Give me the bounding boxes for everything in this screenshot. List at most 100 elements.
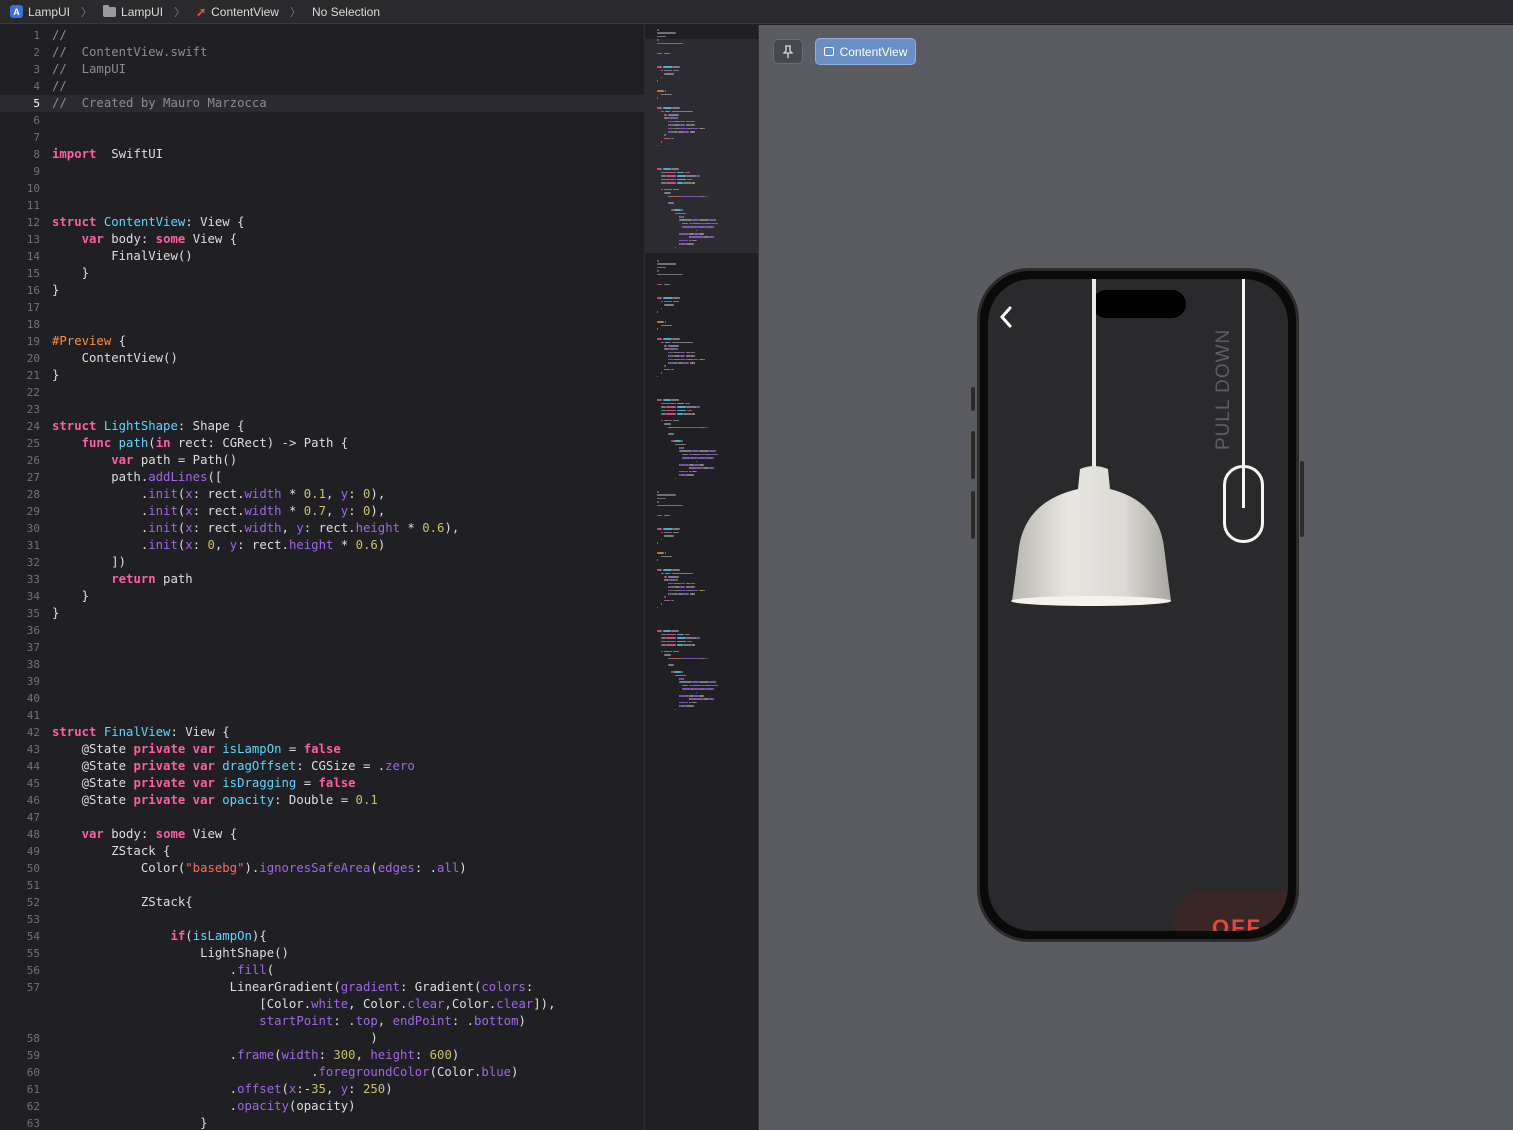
- code-token: width: [244, 487, 282, 501]
- pin-button[interactable]: [773, 39, 803, 64]
- code-token: ),: [370, 504, 386, 518]
- code-line[interactable]: 6: [0, 112, 644, 129]
- code-token: ,: [325, 487, 341, 501]
- code-line[interactable]: 50 Color("basebg").ignoresSafeArea(edges…: [0, 860, 644, 877]
- minimap-line: [657, 97, 658, 99]
- code-line[interactable]: 14 FinalView(): [0, 248, 644, 265]
- code-text: ZStack{: [52, 894, 193, 911]
- code-line[interactable]: 4 //: [0, 78, 644, 95]
- code-line[interactable]: 5 // Created by Mauro Marzocca: [0, 95, 644, 112]
- code-line[interactable]: 29 .init(x: rect.width * 0.7, y: 0),: [0, 503, 644, 520]
- code-line[interactable]: 33 return path: [0, 571, 644, 588]
- line-number: 30: [26, 522, 40, 535]
- code-line[interactable]: 56 .fill(: [0, 962, 644, 979]
- preview-contentview-button[interactable]: ContentView: [815, 38, 916, 65]
- code-line[interactable]: 45 @State private var isDragging = false: [0, 775, 644, 792]
- code-line[interactable]: 25 func path(in rect: CGRect) -> Path {: [0, 435, 644, 452]
- code-line[interactable]: 12 struct ContentView: View {: [0, 214, 644, 231]
- code-line[interactable]: 17: [0, 299, 644, 316]
- code-line[interactable]: 8 import SwiftUI: [0, 146, 644, 163]
- code-line[interactable]: 63 }: [0, 1115, 644, 1130]
- code-line[interactable]: 31 .init(x: 0, y: rect.height * 0.6): [0, 537, 644, 554]
- minimap-line: [660, 572, 665, 575]
- code-line[interactable]: 36: [0, 622, 644, 639]
- code-token: path = Path(): [133, 453, 238, 467]
- code-line[interactable]: 7: [0, 129, 644, 146]
- minimap-line: [702, 233, 704, 235]
- code-line[interactable]: 30 .init(x: rect.width, y: rect.height *…: [0, 520, 644, 537]
- code-line[interactable]: 28 .init(x: rect.width * 0.1, y: 0),: [0, 486, 644, 503]
- code-line[interactable]: 21}: [0, 367, 644, 384]
- minimap[interactable]: [644, 25, 758, 1130]
- code-token: =: [296, 776, 319, 790]
- pull-handle[interactable]: [1223, 465, 1264, 543]
- off-button[interactable]: OFF: [1174, 891, 1288, 931]
- code-line[interactable]: 32 ]): [0, 554, 644, 571]
- code-line[interactable]: 34 }: [0, 588, 644, 605]
- code-line[interactable]: 51: [0, 877, 644, 894]
- code-line[interactable]: 9: [0, 163, 644, 180]
- code-line[interactable]: 23: [0, 401, 644, 418]
- code-line[interactable]: 15 }: [0, 265, 644, 282]
- code-line[interactable]: 52 ZStack{: [0, 894, 644, 911]
- code-line[interactable]: startPoint: .top, endPoint: .bottom): [0, 1013, 644, 1030]
- code-line[interactable]: 44 @State private var dragOffset: CGSize…: [0, 758, 644, 775]
- code-line[interactable]: 58 ): [0, 1030, 644, 1047]
- code-line[interactable]: 60 .foregroundColor(Color.blue): [0, 1064, 644, 1081]
- code-line[interactable]: 42 struct FinalView: View {: [0, 724, 644, 741]
- code-line[interactable]: 22: [0, 384, 644, 401]
- code-line[interactable]: 57 LinearGradient(gradient: Gradient(col…: [0, 979, 644, 996]
- code-line[interactable]: 19 #Preview {: [0, 333, 644, 350]
- code-line[interactable]: 27 path.addLines([: [0, 469, 644, 486]
- breadcrumb-project[interactable]: LampUI: [28, 5, 70, 19]
- code-line[interactable]: 24 struct LightShape: Shape {: [0, 418, 644, 435]
- code-line[interactable]: 26 var path = Path(): [0, 452, 644, 469]
- minimap-line: [680, 582, 685, 585]
- minimap-line: [667, 202, 675, 204]
- code-line[interactable]: 2 // ContentView.swift: [0, 44, 644, 61]
- code-line[interactable]: 40: [0, 690, 644, 707]
- minimap-line: [657, 273, 684, 276]
- code-token: .: [52, 1082, 238, 1096]
- code-line[interactable]: 46 @State private var opacity: Double = …: [0, 792, 644, 809]
- code-line[interactable]: 11: [0, 197, 644, 214]
- code-line[interactable]: [Color.white, Color.clear,Color.clear]),: [0, 996, 644, 1013]
- code-token: .: [52, 487, 149, 501]
- code-line[interactable]: 35}: [0, 605, 644, 622]
- code-line[interactable]: 62 .opacity(opacity): [0, 1098, 644, 1115]
- code-line[interactable]: 48 var body: some View {: [0, 826, 644, 843]
- code-line[interactable]: 16}: [0, 282, 644, 299]
- code-line[interactable]: 39: [0, 673, 644, 690]
- minimap-line: [664, 365, 666, 367]
- code-line[interactable]: 49 ZStack {: [0, 843, 644, 860]
- breadcrumb-selection[interactable]: No Selection: [312, 5, 380, 19]
- code-line[interactable]: 38: [0, 656, 644, 673]
- code-line[interactable]: 47: [0, 809, 644, 826]
- code-line[interactable]: 61 .offset(x:-35, y: 250): [0, 1081, 644, 1098]
- code-line[interactable]: 10: [0, 180, 644, 197]
- code-text: #Preview {: [52, 333, 126, 350]
- line-number: 4: [33, 80, 40, 93]
- code-line[interactable]: 20 ContentView(): [0, 350, 644, 367]
- line-number: 28: [26, 488, 40, 501]
- code-line[interactable]: 59 .frame(width: 300, height: 600): [0, 1047, 644, 1064]
- code-line[interactable]: 18: [0, 316, 644, 333]
- code-line[interactable]: 53: [0, 911, 644, 928]
- code-line[interactable]: 3 // LampUI: [0, 61, 644, 78]
- code-line[interactable]: 43 @State private var isLampOn = false: [0, 741, 644, 758]
- code-text: return path: [52, 571, 192, 588]
- line-number: 5: [33, 97, 40, 110]
- line-number: 21: [26, 369, 40, 382]
- code-line[interactable]: 55 LightShape(): [0, 945, 644, 962]
- code-line[interactable]: 13 var body: some View {: [0, 231, 644, 248]
- code-editor[interactable]: 1 // 2 // ContentView.swift 3 // LampUI 4 // 5 //…: [0, 25, 644, 1130]
- code-line[interactable]: 37: [0, 639, 644, 656]
- code-line[interactable]: 41: [0, 707, 644, 724]
- breadcrumb-group[interactable]: LampUI: [121, 5, 163, 19]
- line-number: 25: [26, 437, 40, 450]
- breadcrumb-file[interactable]: ContentView: [211, 5, 279, 19]
- code-line[interactable]: 1 //: [0, 27, 644, 44]
- code-line[interactable]: 54 if(isLampOn){: [0, 928, 644, 945]
- minimap-line: [666, 175, 676, 177]
- code-token: ,: [377, 1014, 393, 1028]
